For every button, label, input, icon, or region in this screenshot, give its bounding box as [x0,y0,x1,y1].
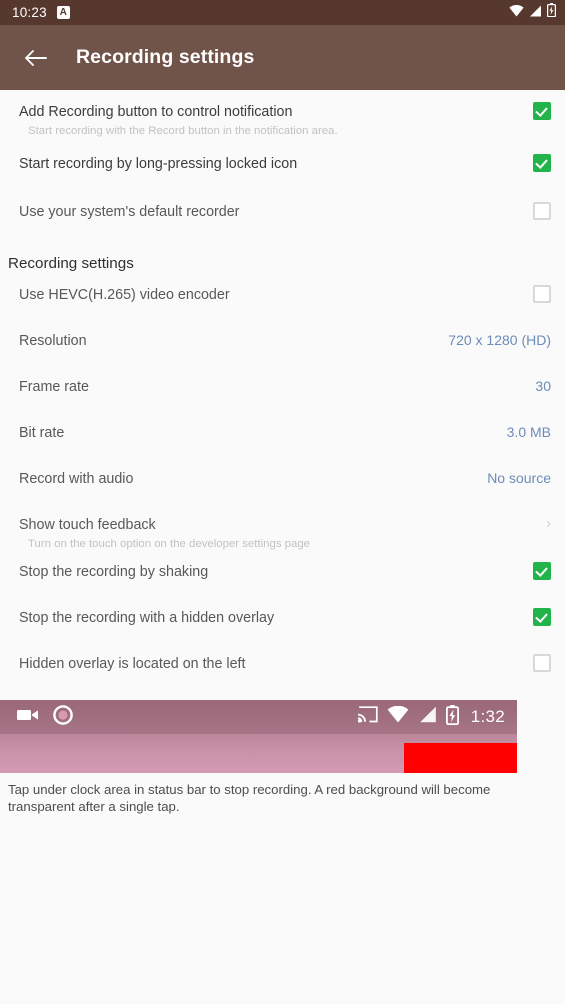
battery-charging-icon [445,704,459,730]
pref-row-resolution[interactable]: Resolution 720 x 1280 (HD) [0,330,565,364]
pref-row-stop-by-shaking[interactable]: Stop the recording by shaking [0,561,565,595]
signal-icon [418,706,437,728]
pref-title: Show touch feedback [19,517,156,533]
pref-summary: Turn on the touch option on the develope… [28,538,311,550]
system-status-bar: 10:23 A [0,0,565,25]
pref-title: Hidden overlay is located on the left [19,656,246,672]
pref-texts: Resolution [19,330,436,351]
page-title: Recording settings [76,46,255,68]
pref-row-stop-with-hidden-overlay[interactable]: Stop the recording with a hidden overlay [0,607,565,641]
pref-title: Stop the recording with a hidden overlay [19,610,275,626]
pref-value-frame-rate: 30 [535,378,551,394]
pref-texts: Frame rate [19,376,523,397]
preview-right-icons: 1:32 [357,704,505,730]
checkbox-long-press-locked-icon[interactable] [533,154,551,172]
pref-row-system-default-recorder[interactable]: Use your system's default recorder [0,201,565,235]
pref-title: Resolution [19,333,87,349]
pref-title: Stop the recording by shaking [19,564,209,580]
pref-row-add-recording-button[interactable]: Add Recording button to control notifica… [0,101,565,139]
pref-title: Add Recording button to control notifica… [19,104,293,120]
preview-caption: Tap under clock area in status bar to st… [8,782,491,814]
pref-row-hidden-overlay-left[interactable]: Hidden overlay is located on the left [0,653,565,687]
pref-texts: Stop the recording with a hidden overlay [19,607,521,628]
pref-row-hevc-encoder[interactable]: Use HEVC(H.265) video encoder [0,284,565,318]
checkbox-stop-by-shaking[interactable] [533,562,551,580]
preview-banner: 1:32 [0,700,517,773]
battery-charging-icon [546,3,557,22]
section-header-recording-settings: Recording settings [8,255,134,272]
checkbox-hevc-encoder[interactable] [533,285,551,303]
checkbox-stop-with-hidden-overlay[interactable] [533,608,551,626]
pref-row-bit-rate[interactable]: Bit rate 3.0 MB [0,422,565,456]
red-overlay-block [404,743,517,773]
pref-row-show-touch-feedback[interactable]: Show touch feedback Turn on the touch op… [0,514,565,552]
preference-list: Add Recording button to control notifica… [0,90,565,687]
status-bar-icons [509,3,557,22]
pref-texts: Record with audio [19,468,475,489]
pref-texts: Use HEVC(H.265) video encoder [19,284,521,305]
pref-texts: Use your system's default recorder [19,201,521,222]
pref-texts: Hidden overlay is located on the left [19,653,521,674]
pref-title: Bit rate [19,425,65,441]
checkbox-add-recording-button[interactable] [533,102,551,120]
status-bar-clock: 10:23 [12,5,47,20]
pref-texts: Stop the recording by shaking [19,561,521,582]
pref-texts: Show touch feedback Turn on the touch op… [19,514,534,552]
preview-status-bar: 1:32 [0,700,517,734]
back-arrow-icon[interactable] [20,43,50,73]
pref-title: Start recording by long-pressing locked … [19,156,298,172]
screenshot-badge-icon: A [56,6,70,19]
app-bar: Recording settings [0,25,565,90]
preview-clock: 1:32 [470,707,505,726]
pref-row-record-with-audio[interactable]: Record with audio No source [0,468,565,502]
wifi-icon [509,4,524,22]
videocam-icon [17,708,39,727]
checkbox-system-default-recorder[interactable] [533,202,551,220]
pref-texts: Start recording by long-pressing locked … [19,153,521,174]
preview-left-icons [17,704,73,730]
pref-texts: Add Recording button to control notifica… [19,101,521,139]
pref-title: Record with audio [19,471,134,487]
pref-value-record-with-audio: No source [487,470,551,486]
pref-title: Frame rate [19,379,89,395]
pref-texts: Bit rate [19,422,495,443]
checkbox-hidden-overlay-left[interactable] [533,654,551,672]
cast-icon [357,706,378,728]
pref-title: Use HEVC(H.265) video encoder [19,287,230,303]
pref-row-long-press-locked-icon[interactable]: Start recording by long-pressing locked … [0,153,565,187]
pref-title: Use your system's default recorder [19,204,240,220]
pref-value-bit-rate: 3.0 MB [506,424,551,440]
pref-summary: Start recording with the Record button i… [28,125,338,137]
pref-row-frame-rate[interactable]: Frame rate 30 [0,376,565,410]
record-circle-icon [53,704,73,730]
chevron-right-icon: › [546,515,551,532]
wifi-icon [387,705,409,728]
signal-icon [529,4,542,22]
pref-value-resolution: 720 x 1280 (HD) [448,332,551,348]
